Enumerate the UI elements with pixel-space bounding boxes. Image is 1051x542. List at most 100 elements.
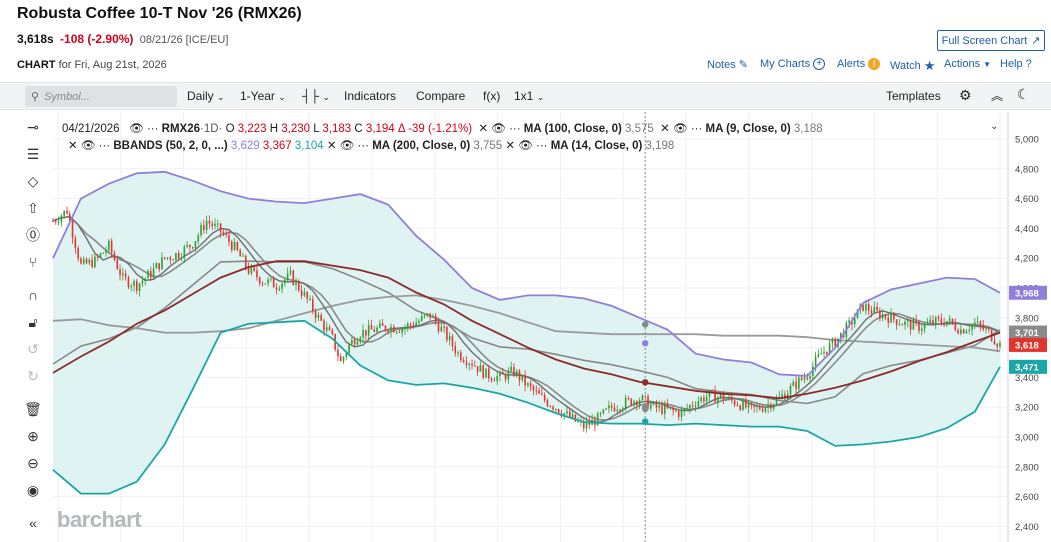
settings-gear-icon[interactable]: ⚙ xyxy=(959,87,972,104)
legend-collapse-icon[interactable]: ⌄ xyxy=(990,121,998,132)
candle-body xyxy=(641,395,644,400)
candle-body xyxy=(476,366,479,372)
candle-body xyxy=(426,313,429,316)
arrow-tool-icon[interactable]: ⇧ xyxy=(22,199,44,217)
candle-body xyxy=(91,259,93,268)
dark-mode-moon-icon[interactable]: ☾ xyxy=(1017,86,1030,103)
eye-icon[interactable]: 👁︎ ··· xyxy=(123,123,158,135)
candle-body xyxy=(705,396,708,402)
chart-type-dropdown[interactable]: ┤├ ⌄ xyxy=(302,89,330,103)
fx-button[interactable]: f(x) xyxy=(483,89,500,103)
candle-body xyxy=(281,283,283,289)
help-link[interactable]: Help? xyxy=(1000,58,1032,70)
candle-body xyxy=(636,401,638,406)
chevron-down-icon: ⌄ xyxy=(278,92,286,102)
candle-body xyxy=(300,290,303,296)
candle-body xyxy=(988,328,990,330)
candle-body xyxy=(172,259,174,261)
candle-body xyxy=(278,288,281,290)
legend-date: 04/21/2026 xyxy=(62,123,120,135)
notes-link[interactable]: Notes ✎ xyxy=(707,58,748,72)
candle-body xyxy=(487,368,490,379)
magnet-icon[interactable]: ∩ xyxy=(22,286,44,304)
eye-icon[interactable]: ◉ xyxy=(22,481,44,499)
price-chart[interactable]: 5,0004,8004,6004,4004,2004,0003,8003,600… xyxy=(0,112,1051,542)
close-icon[interactable]: ✕ xyxy=(505,140,515,152)
measure-tool-icon[interactable]: ⓪ xyxy=(22,226,44,244)
zoom-out-icon[interactable]: ⊖ xyxy=(22,454,44,472)
close-icon[interactable]: ✕ xyxy=(68,140,78,152)
candle-body xyxy=(571,414,574,418)
candle-body xyxy=(809,375,811,379)
zoom-in-icon[interactable]: ⊕ xyxy=(22,427,44,445)
layout-dropdown[interactable]: 1x1 ⌄ xyxy=(514,89,544,103)
candle-body xyxy=(675,410,677,412)
candle-body xyxy=(912,319,915,330)
candle-body xyxy=(708,390,711,397)
full-screen-chart-button[interactable]: Full Screen Chart ↗ xyxy=(937,30,1045,51)
candle-body xyxy=(549,406,552,408)
last-price: 3,618s xyxy=(17,32,54,46)
candle-body xyxy=(979,321,982,326)
symbol-input[interactable]: Symbol... xyxy=(44,91,90,103)
collapse-icon[interactable]: ︽ xyxy=(991,87,1003,104)
candle-body xyxy=(507,370,510,380)
candle-body xyxy=(965,331,968,334)
shapes-tool-icon[interactable]: ◇ xyxy=(22,172,44,190)
candle-body xyxy=(325,327,328,331)
candle-body xyxy=(177,253,180,259)
candle-body xyxy=(446,327,448,341)
candle-body xyxy=(669,407,672,409)
chart-label: CHART xyxy=(17,59,56,71)
candle-body xyxy=(951,318,954,324)
chevron-down-icon: ⌄ xyxy=(322,92,330,102)
y-tick-label: 3,800 xyxy=(1015,313,1039,324)
candle-body xyxy=(873,306,876,314)
candle-body xyxy=(518,370,521,381)
candle-body xyxy=(999,342,1001,347)
pitchfork-tool-icon[interactable]: ⑂ xyxy=(22,253,44,271)
candle-body xyxy=(493,380,496,382)
collapse-panel-icon[interactable]: « xyxy=(22,514,44,532)
indicators-button[interactable]: Indicators xyxy=(344,89,396,103)
close-icon[interactable]: ✕ xyxy=(327,140,337,152)
candle-body xyxy=(356,341,359,345)
candle-body xyxy=(85,258,88,264)
period-dropdown[interactable]: Daily ⌄ xyxy=(187,89,225,103)
candle-body xyxy=(529,383,532,387)
candle-body xyxy=(471,363,473,366)
candle-body xyxy=(960,329,962,334)
candle-body xyxy=(163,257,166,259)
candle-body xyxy=(102,252,105,254)
candle-body xyxy=(119,269,121,276)
watch-link[interactable]: Watch ★ xyxy=(890,58,935,74)
actions-link[interactable]: Actions ▼ xyxy=(944,58,991,70)
candle-body xyxy=(795,381,797,389)
symbol-search[interactable]: ⚲ Symbol... xyxy=(25,86,177,107)
undo-icon[interactable]: ↺ xyxy=(22,340,44,358)
price-badge-label: 3,471 xyxy=(1015,362,1039,373)
range-dropdown[interactable]: 1-Year ⌄ xyxy=(240,89,286,103)
close-icon[interactable]: ✕ xyxy=(657,123,670,135)
candle-body xyxy=(393,326,395,333)
candle-body xyxy=(454,346,457,354)
page-title: Robusta Coffee 10-T Nov '26 (RMX26) xyxy=(17,5,302,22)
templates-button[interactable]: Templates xyxy=(886,89,941,103)
redo-icon[interactable]: ↻ xyxy=(22,367,44,385)
crosshair-tool-icon[interactable]: ⊸ xyxy=(22,118,44,136)
lock-icon[interactable]: 🔓︎ xyxy=(22,313,44,331)
candle-body xyxy=(432,315,434,318)
candle-body xyxy=(538,390,540,394)
compare-button[interactable]: Compare xyxy=(416,89,465,103)
candle-body xyxy=(256,270,258,278)
candle-body xyxy=(929,319,931,323)
trendline-tool-icon[interactable]: ☰ xyxy=(22,145,44,163)
candle-body xyxy=(264,283,267,285)
my-charts-link[interactable]: My Charts + xyxy=(760,58,826,70)
chart-date: for Fri, Aug 21st, 2026 xyxy=(58,59,167,71)
close-icon[interactable]: ✕ xyxy=(475,123,488,135)
trash-icon[interactable]: 🗑︎ xyxy=(22,400,44,418)
candle-body xyxy=(546,400,549,407)
candle-body xyxy=(535,390,538,392)
alerts-link[interactable]: Alerts! xyxy=(837,58,881,70)
